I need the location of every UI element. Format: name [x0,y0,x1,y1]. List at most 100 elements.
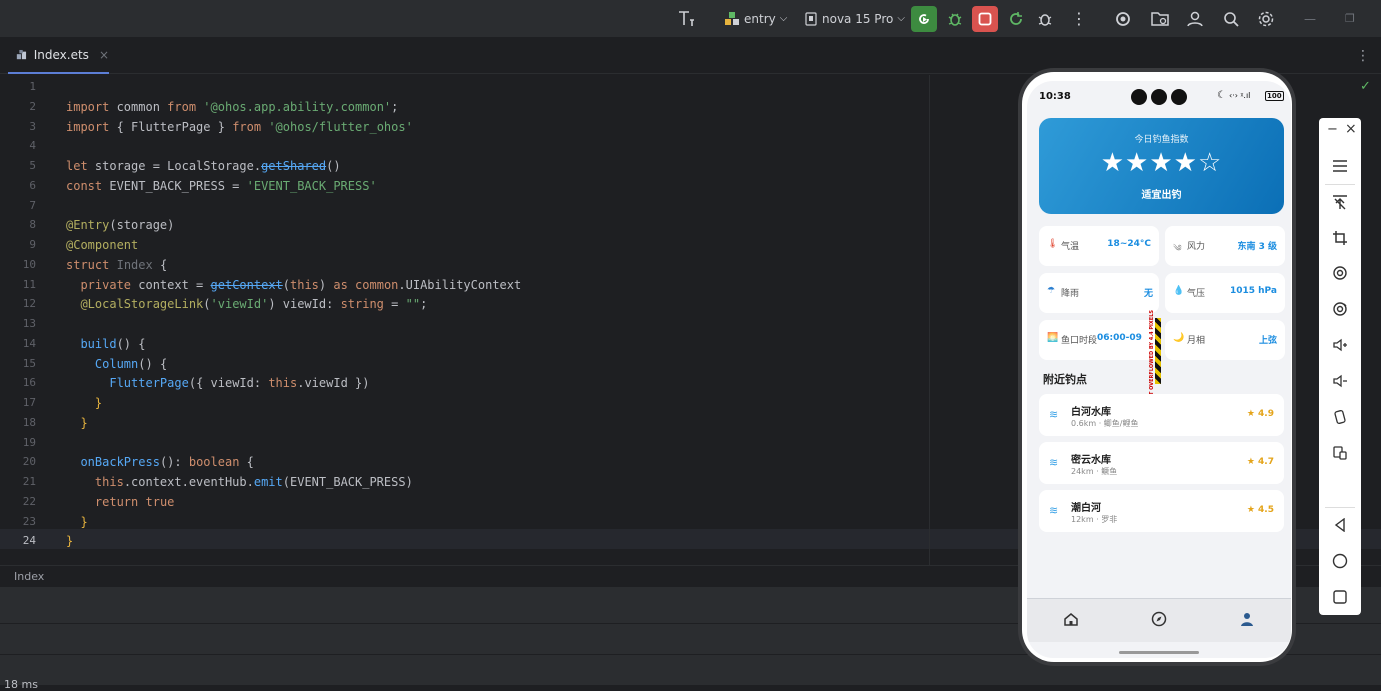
shake-icon[interactable] [1330,407,1350,427]
waves-icon: ≋ [1049,408,1059,421]
folder-search-icon[interactable] [1150,7,1170,31]
line-number: 11 [22,277,36,291]
code-line: } [66,534,74,549]
right-margin-guide [929,75,930,565]
weather-card-temperature[interactable]: 🌡 气温 18~24°C [1039,226,1159,266]
minimize-icon[interactable]: − [1327,122,1338,137]
nav-profile[interactable] [1239,611,1255,631]
weather-card-wind[interactable]: ༄ 风力 东南 3 级 [1165,226,1285,266]
weather-card-rain[interactable]: ☂ 降雨 无 [1039,273,1159,313]
tab-index-ets[interactable]: Index.ets × [8,38,109,74]
tab-label: Index.ets [33,48,89,62]
close-icon[interactable]: × [1345,121,1357,137]
run-button[interactable] [911,6,937,32]
section-title: 附近钓点 [1043,373,1087,386]
rotate-right-icon[interactable] [1330,299,1350,319]
line-number: 16 [22,376,36,390]
divider [1325,184,1355,185]
target-icon[interactable] [1114,7,1132,31]
rotate-icon[interactable] [1330,263,1350,283]
fishing-index-card[interactable]: 今日钓鱼指数 ★★★★☆ 适宜出钓 [1039,118,1284,214]
line-number: 15 [22,356,36,370]
module-selector[interactable]: entry ⌵ [724,7,787,31]
search-icon[interactable] [1222,7,1240,31]
module-label: entry [744,12,776,26]
stop-icon [978,12,992,26]
more-vertical-icon[interactable]: ⋮ [1071,7,1087,31]
bug-icon [948,13,962,26]
code-line: FlutterPage({ viewId: this.viewId }) [109,376,370,391]
spot-rating: ★ 4.9 [1246,409,1274,419]
window-minimize-icon[interactable]: — [1304,7,1316,31]
volume-down-icon[interactable] [1330,371,1350,391]
sunrise-icon: 🌅 [1047,333,1059,343]
line-number-gutter: 1 2 3 4 5 6 7 8 9 10 11 12 13 14 15 16 17 18 19 20 21 22 23 24 [0,75,50,565]
module-icon [725,12,739,25]
device-icon [805,12,817,26]
code-line: @LocalStorageLink('viewId') viewId: stri… [80,297,428,312]
recents-icon[interactable] [1330,587,1350,607]
volume-up-icon[interactable] [1330,335,1350,355]
check-icon: ✓ [1360,79,1371,94]
line-number: 5 [29,159,36,172]
code-line: } [66,514,88,529]
spot-rating: ★ 4.5 [1246,505,1274,515]
thermometer-icon: 🌡 [1047,239,1059,249]
spot-item[interactable]: ≋ 密云水库 24km · 鳜鱼 ★ 4.7 [1039,442,1284,484]
compass-icon [1151,611,1167,627]
line-number: 21 [22,475,36,488]
weather-card-pressure[interactable]: 💧 气压 1015 hPa [1165,273,1285,313]
person-icon [1241,613,1253,626]
translate-icon[interactable] [676,7,696,31]
home-circle-icon[interactable] [1330,551,1350,571]
droplet-icon: 💧 [1173,286,1185,296]
back-icon[interactable] [1330,515,1350,535]
spot-item[interactable]: ≋ 白河水库 0.6km · 鲫鱼/鲤鱼 ★ 4.9 [1039,394,1284,436]
spot-item[interactable]: ≋ 潮白河 12km · 罗非 ★ 4.5 [1039,490,1284,532]
code-line: this.context.eventHub.emit(EVENT_BACK_PR… [94,475,413,489]
umbrella-icon: ☂ [1047,286,1056,296]
weather-card-bite-time[interactable]: 🌅 鱼口时段 06:00-09 [1039,320,1159,360]
rating-stars: ★★★★☆ [1100,148,1223,178]
multi-screen-icon[interactable] [1330,443,1350,463]
close-icon[interactable]: × [99,48,109,62]
line-number: 9 [29,238,36,251]
device-frame: 10:38 ☾ ‹·› ᵡ.ıl 100 今日钓鱼指数 ★★★★☆ 适宜出钓 🌡… [1018,68,1296,666]
divider [1325,507,1355,508]
window-restore-icon[interactable]: ❐ [1345,7,1355,31]
weather-card-moon[interactable]: 🌙 月相 上弦 [1165,320,1285,360]
apply-changes-button[interactable] [1008,7,1024,31]
nav-explore[interactable] [1151,611,1167,631]
device-screen[interactable]: 10:38 ☾ ‹·› ᵡ.ıl 100 今日钓鱼指数 ★★★★☆ 适宜出钓 🌡… [1027,81,1291,658]
tab-more-icon[interactable]: ⋮ [1356,48,1370,64]
device-selector[interactable]: nova 15 Pro ⌵ [804,7,905,31]
home-icon [1064,613,1078,626]
pin-top-icon[interactable] [1330,192,1350,212]
profile-button[interactable] [1036,7,1054,31]
hero-title: 今日钓鱼指数 [1134,135,1189,145]
line-number: 14 [22,336,36,350]
code-line: struct Index { [66,257,168,272]
code-line: private context = getContext(this) as co… [80,277,522,292]
camera-cutout [1131,89,1187,105]
line-number: 6 [29,178,36,192]
debug-button[interactable] [946,7,964,31]
stop-button[interactable] [972,6,998,32]
rerun-icon [919,14,929,24]
code-line: let storage = LocalStorage.getShared() [66,159,341,173]
nav-home[interactable] [1063,611,1079,631]
line-number: 3 [29,119,36,133]
menu-icon[interactable] [1330,156,1350,176]
battery-icon: 100 [1265,91,1284,101]
line-number: 24 [22,534,36,548]
main-toolbar: entry ⌵ nova 15 Pro ⌵ ⋮ — ❐ [0,0,1381,38]
crop-icon[interactable] [1330,228,1350,248]
line-number: 13 [22,317,36,330]
code-line: build() { [80,336,146,351]
file-icon [16,49,27,60]
user-icon[interactable] [1186,7,1204,31]
code-line: @Entry(storage) [66,218,175,233]
device-bezel: 10:38 ☾ ‹·› ᵡ.ıl 100 今日钓鱼指数 ★★★★☆ 适宜出钓 🌡… [1022,72,1292,662]
code-line: Column() { [94,356,168,371]
gear-icon[interactable] [1257,7,1275,31]
